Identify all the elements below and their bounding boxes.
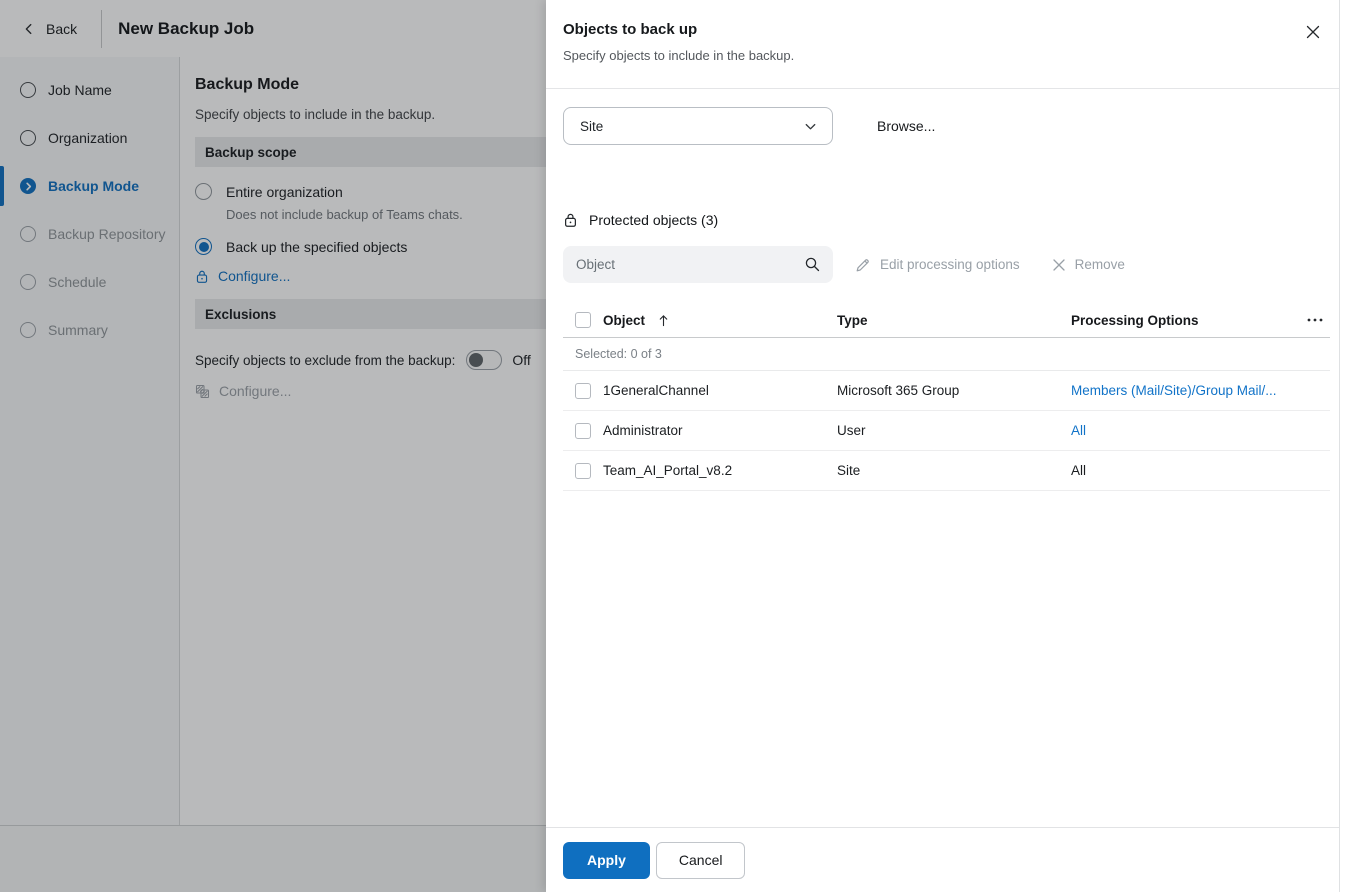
object-name-cell: 1GeneralChannel (603, 383, 837, 398)
table-header-row: Object Type Processing Options (563, 303, 1330, 338)
panel-footer: Apply Cancel (546, 827, 1346, 892)
app-window: Back New Backup Job Job Name Organizatio… (0, 0, 1346, 892)
processing-options-link[interactable]: Members (Mail/Site)/Group Mail/... (1071, 383, 1300, 398)
objects-toolbar: Edit processing options Remove (563, 246, 1330, 283)
chevron-down-icon (803, 119, 818, 134)
modal-dim-overlay (0, 0, 546, 892)
row-checkbox[interactable] (575, 383, 591, 399)
objects-to-backup-panel: Objects to back up Specify objects to in… (546, 0, 1346, 892)
object-type-value: Site (580, 119, 603, 134)
edit-processing-options-label: Edit processing options (880, 257, 1020, 272)
protected-objects-label: Protected objects (3) (589, 212, 718, 228)
row-checkbox[interactable] (575, 463, 591, 479)
object-type-cell: Site (837, 463, 1071, 478)
row-checkbox[interactable] (575, 423, 591, 439)
cancel-button[interactable]: Cancel (656, 842, 746, 879)
column-settings-icon[interactable] (1306, 317, 1324, 323)
table-row[interactable]: Administrator User All (563, 411, 1330, 451)
table-row[interactable]: Team_AI_Portal_v8.2 Site All (563, 451, 1330, 491)
search-icon (804, 256, 821, 273)
panel-subtitle: Specify objects to include in the backup… (563, 48, 1322, 63)
processing-options-value: All (1071, 463, 1300, 478)
x-icon (1052, 258, 1066, 272)
search-input[interactable] (576, 257, 804, 272)
selection-summary: Selected: 0 of 3 (563, 338, 1330, 371)
object-name-cell: Administrator (603, 423, 837, 438)
apply-button[interactable]: Apply (563, 842, 650, 879)
panel-title: Objects to back up (563, 21, 1322, 38)
panel-header: Objects to back up Specify objects to in… (546, 0, 1346, 89)
processing-options-link[interactable]: All (1071, 423, 1300, 438)
lock-icon (563, 212, 578, 228)
object-name-cell: Team_AI_Portal_v8.2 (603, 463, 837, 478)
object-type-row: Site Browse... (563, 107, 1330, 145)
object-type-cell: Microsoft 365 Group (837, 383, 1071, 398)
column-header-object[interactable]: Object (603, 313, 645, 328)
edit-processing-options-button[interactable]: Edit processing options (855, 257, 1020, 273)
column-header-processing-options[interactable]: Processing Options (1071, 313, 1300, 328)
remove-label: Remove (1075, 257, 1125, 272)
object-search-box[interactable] (563, 246, 833, 283)
select-all-checkbox[interactable] (575, 312, 591, 328)
sort-ascending-icon[interactable] (657, 313, 670, 328)
protected-objects-header: Protected objects (3) (563, 212, 1330, 228)
close-icon[interactable] (1304, 23, 1322, 41)
object-type-select[interactable]: Site (563, 107, 833, 145)
column-header-type[interactable]: Type (837, 313, 1071, 328)
browse-button[interactable]: Browse... (877, 118, 935, 134)
remove-button[interactable]: Remove (1052, 257, 1125, 272)
object-type-cell: User (837, 423, 1071, 438)
scrollbar-track[interactable] (1339, 0, 1346, 892)
pencil-icon (855, 257, 871, 273)
table-row[interactable]: 1GeneralChannel Microsoft 365 Group Memb… (563, 371, 1330, 411)
